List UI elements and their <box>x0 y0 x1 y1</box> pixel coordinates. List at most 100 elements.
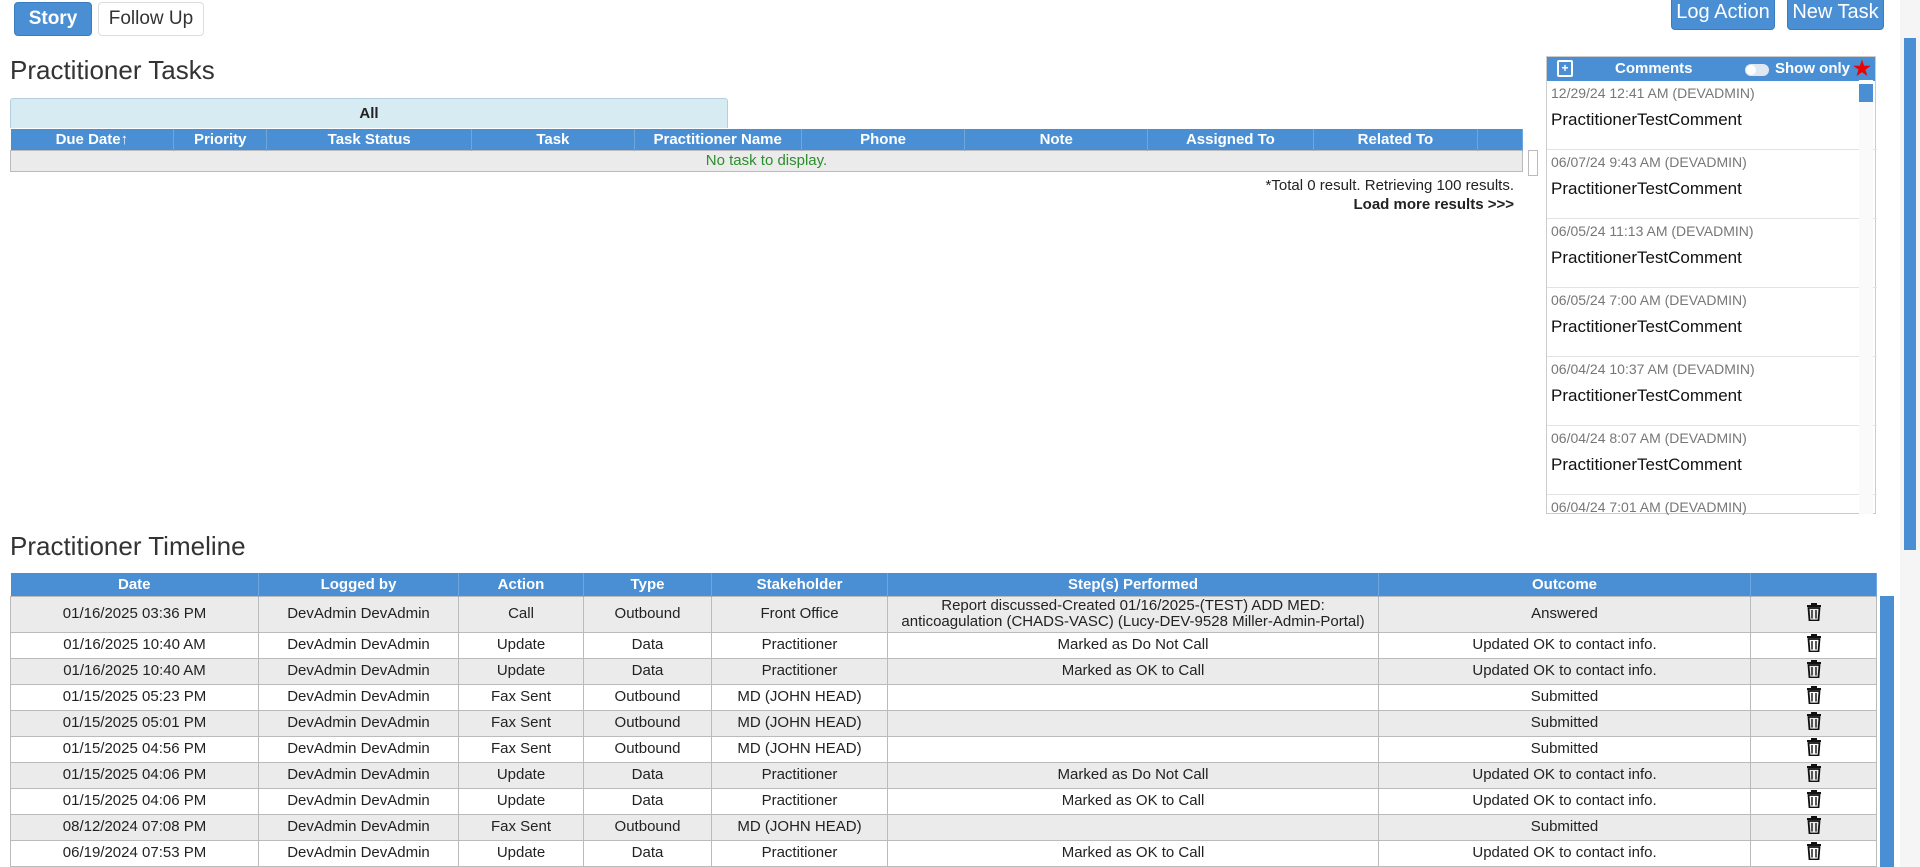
trash-icon[interactable] <box>1806 686 1822 708</box>
comment-meta: 06/04/24 10:37 AM (DEVADMIN) <box>1551 361 1755 377</box>
trash-icon[interactable] <box>1806 816 1822 838</box>
timeline-cell-stakeholder: Practitioner <box>711 787 888 815</box>
comment-item[interactable]: 06/04/24 8:07 AM (DEVADMIN) PractitionerT… <box>1547 426 1877 495</box>
timeline-cell-steps: Marked as OK to Call <box>887 839 1379 867</box>
timeline-cell-action: Fax Sent <box>458 735 584 763</box>
table-row[interactable]: 01/16/2025 10:40 AM DevAdmin DevAdmin Upda… <box>10 657 1877 685</box>
tasks-column-header[interactable] <box>1477 129 1523 150</box>
star-icon[interactable]: ★ <box>1853 56 1871 81</box>
timeline-title: Practitioner Timeline <box>10 531 246 561</box>
comment-text: PractitionerTestComment <box>1551 248 1742 267</box>
trash-icon[interactable] <box>1806 634 1822 656</box>
timeline-cell-action: Fax Sent <box>458 683 584 711</box>
timeline-column-header[interactable]: Action <box>458 573 584 596</box>
trash-icon[interactable] <box>1806 660 1822 682</box>
tasks-filter-tab-all[interactable]: All <box>10 98 728 128</box>
comment-item[interactable]: 06/05/24 7:00 AM (DEVADMIN) PractitionerT… <box>1547 288 1877 357</box>
trash-icon[interactable] <box>1806 603 1822 625</box>
tasks-title: Practitioner Tasks <box>10 55 215 85</box>
timeline-cell-action: Fax Sent <box>458 709 584 737</box>
tasks-result-info: *Total 0 result. Retrieving 100 results.… <box>1266 177 1514 213</box>
comment-item[interactable]: 06/04/24 7:01 AM (DEVADMIN) <box>1547 495 1877 515</box>
timeline-column-header[interactable]: Stakeholder <box>711 573 888 596</box>
timeline-cell-date: 01/15/2025 04:06 PM <box>10 787 259 815</box>
table-row[interactable]: 06/19/2024 07:53 PM DevAdmin DevAdmin Upda… <box>10 839 1877 867</box>
table-row[interactable]: 01/15/2025 04:06 PM DevAdmin DevAdmin Upda… <box>10 761 1877 789</box>
calendar-add-icon[interactable]: + <box>1557 60 1573 77</box>
timeline-cell-type: Outbound <box>583 813 712 841</box>
tasks-column-header[interactable]: Priority <box>173 129 268 150</box>
timeline-cell-date: 01/15/2025 05:23 PM <box>10 683 259 711</box>
timeline-cell-type: Data <box>583 761 712 789</box>
comments-scrollbar[interactable] <box>1859 80 1873 514</box>
timeline-cell-stakeholder: Front Office <box>711 595 888 633</box>
timeline-column-header[interactable]: Logged by <box>258 573 459 596</box>
timeline-column-header[interactable]: Date <box>10 573 259 596</box>
timeline-cell-steps <box>887 709 1379 737</box>
comment-meta: 06/04/24 7:01 AM (DEVADMIN) <box>1551 499 1747 515</box>
timeline-cell-action: Update <box>458 787 584 815</box>
timeline-cell-date: 06/19/2024 07:53 PM <box>10 839 259 867</box>
timeline-column-header[interactable]: Step(s) Performed <box>887 573 1379 596</box>
comment-item[interactable]: 06/04/24 10:37 AM (DEVADMIN) Practitioner… <box>1547 357 1877 426</box>
load-more-link[interactable]: Load more results >>> <box>1266 196 1514 213</box>
table-row[interactable]: 01/15/2025 04:56 PM DevAdmin DevAdmin Fax … <box>10 735 1877 763</box>
timeline-cell-date: 08/12/2024 07:08 PM <box>10 813 259 841</box>
timeline-cell-stakeholder: MD (JOHN HEAD) <box>711 735 888 763</box>
trash-icon[interactable] <box>1806 790 1822 812</box>
table-row[interactable]: 01/15/2025 04:06 PM DevAdmin DevAdmin Upda… <box>10 787 1877 815</box>
timeline-cell-logged-by: DevAdmin DevAdmin <box>258 735 459 763</box>
comment-item[interactable]: 06/05/24 11:13 AM (DEVADMIN) Practitioner… <box>1547 219 1877 288</box>
timeline-cell-steps: Marked as Do Not Call <box>887 631 1379 659</box>
tasks-column-header[interactable]: Task Status <box>266 129 473 150</box>
tab-story[interactable]: Story <box>14 2 92 36</box>
table-row[interactable]: 01/15/2025 05:23 PM DevAdmin DevAdmin Fax … <box>10 683 1877 711</box>
timeline-cell-date: 01/15/2025 04:56 PM <box>10 735 259 763</box>
tasks-scrollbar[interactable] <box>1528 150 1538 176</box>
tasks-column-header[interactable]: Due Date↑ <box>10 129 175 150</box>
comment-meta: 06/05/24 7:00 AM (DEVADMIN) <box>1551 292 1747 308</box>
trash-icon[interactable] <box>1806 764 1822 786</box>
tasks-column-header[interactable]: Assigned To <box>1147 129 1314 150</box>
timeline-cell-stakeholder: Practitioner <box>711 631 888 659</box>
timeline-cell-stakeholder: MD (JOHN HEAD) <box>711 709 888 737</box>
comment-item[interactable]: 06/07/24 9:43 AM (DEVADMIN) PractitionerT… <box>1547 150 1877 219</box>
timeline-cell-type: Outbound <box>583 683 712 711</box>
tasks-column-header[interactable]: Note <box>964 129 1149 150</box>
timeline-cell-type: Data <box>583 631 712 659</box>
new-task-button[interactable]: New Task <box>1787 0 1884 30</box>
timeline-column-header[interactable] <box>1750 573 1877 596</box>
timeline-cell-logged-by: DevAdmin DevAdmin <box>258 839 459 867</box>
tasks-column-header[interactable]: Phone <box>801 129 966 150</box>
timeline-column-header[interactable]: Type <box>583 573 712 596</box>
tab-follow-up[interactable]: Follow Up <box>98 2 204 36</box>
page-scrollbar[interactable] <box>1900 0 1920 867</box>
timeline-cell-date: 01/16/2025 03:36 PM <box>10 595 259 633</box>
trash-icon[interactable] <box>1806 842 1822 864</box>
comment-text: PractitionerTestComment <box>1551 317 1742 336</box>
trash-icon[interactable] <box>1806 712 1822 734</box>
tasks-column-header[interactable]: Related To <box>1313 129 1479 150</box>
timeline-cell-steps: Marked as Do Not Call <box>887 761 1379 789</box>
timeline-column-header[interactable]: Outcome <box>1378 573 1751 596</box>
table-row[interactable]: 01/16/2025 03:36 PM DevAdmin DevAdmin Call… <box>10 595 1877 633</box>
timeline-cell-outcome: Submitted <box>1378 709 1751 737</box>
timeline-cell-steps: Report discussed-Created 01/16/2025-(TES… <box>887 595 1379 633</box>
timeline-cell-action: Update <box>458 631 584 659</box>
timeline-cell-steps: Marked as OK to Call <box>887 787 1379 815</box>
show-only-toggle[interactable] <box>1745 64 1769 76</box>
timeline-cell-delete <box>1750 787 1877 815</box>
table-row[interactable]: 01/15/2025 05:01 PM DevAdmin DevAdmin Fax … <box>10 709 1877 737</box>
timeline-cell-action: Call <box>458 595 584 633</box>
table-row[interactable]: 01/16/2025 10:40 AM DevAdmin DevAdmin Upda… <box>10 631 1877 659</box>
trash-icon[interactable] <box>1806 738 1822 760</box>
timeline-cell-stakeholder: Practitioner <box>711 761 888 789</box>
timeline-scrollbar[interactable] <box>1880 596 1894 867</box>
tasks-column-header[interactable]: Practitioner Name <box>634 129 802 150</box>
comment-item[interactable]: 12/29/24 12:41 AM (DEVADMIN) Practitioner… <box>1547 81 1877 150</box>
timeline-cell-outcome: Updated OK to contact info. <box>1378 657 1751 685</box>
log-action-button[interactable]: Log Action <box>1671 0 1775 30</box>
table-row[interactable]: 08/12/2024 07:08 PM DevAdmin DevAdmin Fax … <box>10 813 1877 841</box>
timeline-cell-delete <box>1750 735 1877 763</box>
tasks-column-header[interactable]: Task <box>471 129 635 150</box>
